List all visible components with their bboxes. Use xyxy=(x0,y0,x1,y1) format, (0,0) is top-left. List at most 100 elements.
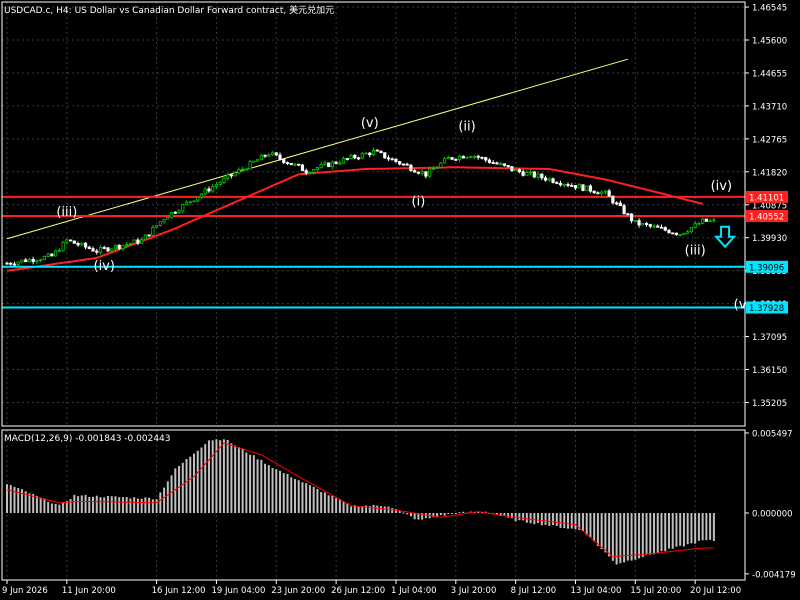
price-chart[interactable]: (iii)(iv)(v)(i)(ii)(iv)(iii)(v 1.465451.… xyxy=(0,0,800,600)
candle-body xyxy=(252,160,256,163)
candle-body xyxy=(689,226,694,233)
candle-body xyxy=(334,161,338,164)
macd-bar xyxy=(204,444,207,514)
candlesticks xyxy=(5,147,716,267)
candle-body xyxy=(65,239,69,243)
candle-body xyxy=(211,186,215,192)
instrument-description: US Dollar vs Canadian Dollar Forward con… xyxy=(75,6,287,16)
candle-body xyxy=(259,154,263,161)
candle-body xyxy=(50,253,54,257)
candle-body xyxy=(491,162,495,164)
candle-body xyxy=(386,157,391,160)
macd-bar xyxy=(380,506,382,514)
macd-bar xyxy=(522,513,525,521)
candle-body xyxy=(555,182,559,184)
macd-bar xyxy=(193,453,195,514)
candle-body xyxy=(297,163,301,166)
macd-bar xyxy=(106,495,109,514)
candle-body xyxy=(573,185,578,189)
macd-bar xyxy=(6,484,8,514)
macd-bar xyxy=(62,502,65,514)
trendline[interactable] xyxy=(6,58,628,240)
macd-bar xyxy=(705,513,708,541)
candle-body xyxy=(585,185,589,191)
candle-body xyxy=(248,161,252,170)
price-tick-label: 1.36150 xyxy=(752,366,787,376)
candle-body xyxy=(566,184,570,186)
candle-body xyxy=(173,211,177,214)
candle-body xyxy=(394,158,398,162)
candle-body xyxy=(588,185,593,192)
candle-body xyxy=(648,224,652,227)
time-tick-label: 3 Jul 20:00 xyxy=(451,586,497,596)
candle-body xyxy=(405,163,409,166)
candle-body xyxy=(158,221,162,226)
macd-bar xyxy=(103,497,106,514)
candle-body xyxy=(315,167,320,170)
macd-bar xyxy=(544,513,547,525)
macd-bar xyxy=(207,440,210,514)
candle-body xyxy=(20,259,24,263)
macd-bar xyxy=(114,496,117,514)
macd-label: MACD(12,26,9) xyxy=(4,434,72,444)
macd-bar xyxy=(110,496,113,514)
candle-body xyxy=(203,188,207,195)
macd-bar xyxy=(608,513,611,557)
price-tick-label: 1.37095 xyxy=(752,333,787,343)
candle-body xyxy=(196,196,200,202)
macd-bar xyxy=(679,513,682,546)
candle-body xyxy=(540,173,544,179)
macd-bar xyxy=(293,479,296,514)
candle-body xyxy=(637,220,641,226)
candle-body xyxy=(214,184,219,187)
time-tick-label: 15 Jul 20:00 xyxy=(630,586,681,596)
level-tag-text: 1.40552 xyxy=(749,213,784,223)
macd-bar xyxy=(518,513,521,521)
macd-bar xyxy=(376,505,379,514)
macd-tick-label: -0.004179 xyxy=(752,570,796,580)
macd-bar xyxy=(129,498,132,514)
candle-body xyxy=(469,156,473,158)
candle-body xyxy=(323,162,327,165)
candle-body xyxy=(379,150,383,154)
candle-body xyxy=(465,156,469,159)
macd-bar xyxy=(181,462,184,514)
macd-bar xyxy=(245,452,248,514)
macd-bar xyxy=(99,497,102,514)
macd-bar xyxy=(709,513,712,540)
macd-bar xyxy=(447,513,450,515)
candle-body xyxy=(125,243,129,246)
macd-bar xyxy=(17,488,20,514)
candle-body xyxy=(615,202,619,205)
macd-bar xyxy=(256,459,259,514)
wave-label: (i) xyxy=(412,195,426,210)
candle-body xyxy=(255,159,260,162)
candle-body xyxy=(349,155,353,159)
candle-body xyxy=(177,210,181,214)
candle-body xyxy=(633,220,637,222)
candle-body xyxy=(169,211,174,218)
candle-body xyxy=(704,218,708,222)
candle-body xyxy=(353,155,357,159)
candle-body xyxy=(682,232,686,235)
candle-body xyxy=(274,152,278,156)
wave-label: (iii) xyxy=(56,205,77,220)
macd-bar xyxy=(43,498,46,514)
macd-header: MACD(12,26,9) -0.001843 -0.002443 xyxy=(4,434,171,444)
candle-body xyxy=(446,157,450,160)
candle-body xyxy=(607,190,611,197)
candle-body xyxy=(39,259,43,262)
macd-bar xyxy=(252,455,255,514)
candle-body xyxy=(484,157,488,161)
time-axis: 9 Jun 2026 11 Jun 20:00 16 Jun 12:00 19 Jun… xyxy=(2,580,741,596)
candle-body xyxy=(42,255,47,261)
main-pane-frame xyxy=(1,1,746,427)
macd-bar xyxy=(237,447,240,514)
candle-body xyxy=(106,247,110,252)
candle-body xyxy=(551,178,555,183)
price-tick-label: 1.35205 xyxy=(752,399,787,409)
macd-bar xyxy=(92,496,95,514)
macd-bar xyxy=(136,498,139,514)
candle-body xyxy=(712,219,716,222)
macd-bar xyxy=(626,513,629,561)
